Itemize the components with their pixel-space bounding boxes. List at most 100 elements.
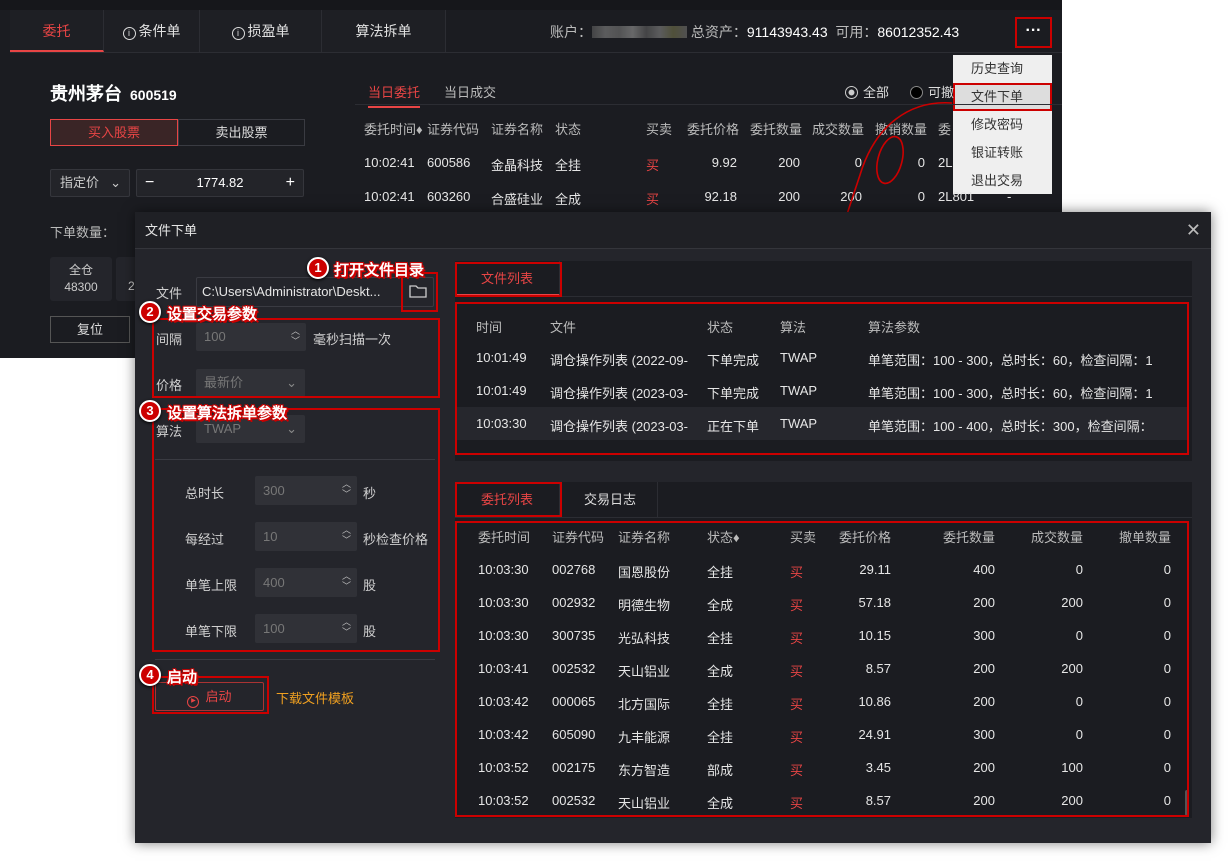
order-row-cell: 100: [1061, 760, 1083, 775]
plus-button[interactable]: +: [286, 170, 295, 196]
more-menu-button[interactable]: ···: [1015, 17, 1052, 48]
account-id-blurred: [592, 26, 687, 38]
order-row-cell: 买: [790, 697, 804, 712]
price-stepper[interactable]: − 1774.82 +: [136, 169, 304, 197]
param-input[interactable]: 400 ︿ ﹀: [255, 568, 357, 597]
column-header: 文件: [550, 320, 577, 335]
column-header: 状态♦: [707, 530, 740, 545]
order-row-cell: 光弘科技: [618, 631, 671, 646]
order-row-cell: 002768: [552, 562, 596, 577]
order-row-cell: 全成: [707, 664, 734, 679]
order-row-cell: 10.15: [858, 628, 891, 643]
order-row-cell: 29.11: [859, 562, 891, 577]
table-cell: 600586: [427, 155, 471, 170]
column-header: 委托数量: [942, 530, 995, 545]
tab-conditional[interactable]: i 条件单: [104, 10, 200, 52]
column-header: 委托时间♦: [364, 122, 423, 137]
order-row-cell: 0: [1163, 694, 1171, 709]
divider: [155, 459, 435, 460]
column-header: 状态: [707, 320, 734, 335]
column-header: 证券名称: [491, 122, 544, 137]
order-row-cell: 300: [973, 628, 995, 643]
file-order-dialog: 文件下单 ✕ 文件 C:\Users\Administrator\Deskt..…: [135, 212, 1211, 843]
top-strip: [0, 0, 1062, 10]
annotation-label: 设置交易参数: [167, 306, 258, 323]
tab-order-list[interactable]: 委托列表: [455, 482, 560, 517]
spinner-icon: ︿ ﹀: [290, 326, 300, 346]
minus-button[interactable]: −: [145, 170, 154, 196]
play-icon: ▶: [187, 696, 200, 708]
table-cell: 9.92: [711, 155, 737, 170]
column-header: 状态: [555, 122, 582, 137]
order-row-cell: 3.45: [865, 760, 891, 775]
order-row-cell: 全成: [707, 598, 734, 613]
sell-stock-button[interactable]: 卖出股票: [178, 119, 305, 146]
annotation-label: 设置算法拆单参数: [167, 405, 288, 422]
param-input[interactable]: 10 ︿ ﹀: [255, 522, 357, 551]
order-row-cell: 10:03:30: [478, 595, 529, 610]
order-row-cell: 24.91: [858, 727, 891, 742]
buy-stock-button[interactable]: 买入股票: [50, 119, 178, 146]
spinner-icon[interactable]: ︿ ﹀: [342, 479, 351, 499]
tab-label: 损盈单: [247, 23, 290, 39]
spinner-icon[interactable]: ︿ ﹀: [342, 617, 351, 637]
order-row-cell: 002532: [552, 793, 596, 808]
column-header: 委托数量: [749, 122, 802, 137]
price-type-select[interactable]: 指定价 ⌄: [50, 169, 130, 197]
order-row-cell: 0: [1163, 727, 1171, 742]
tab-file-list[interactable]: 文件列表: [455, 261, 560, 296]
quick-qty-full[interactable]: 全仓 48300: [50, 257, 112, 301]
order-row-cell: 10:03:42: [478, 727, 529, 742]
file-row-cell: 10:01:49: [476, 383, 527, 398]
param-label: 每经过: [185, 532, 225, 547]
tab-entrust[interactable]: 委托: [10, 10, 104, 52]
file-row-cell: 调仓操作列表 (2023-03-: [550, 386, 688, 401]
table-cell: 买: [646, 192, 660, 207]
folder-icon: [409, 285, 427, 298]
info-icon: i: [122, 27, 136, 40]
order-row-time: 10:02:41: [364, 189, 415, 204]
order-row-cell: 全挂: [707, 631, 734, 646]
order-row-cell: 10.86: [858, 694, 891, 709]
interval-input[interactable]: 100 ︿ ﹀: [196, 323, 306, 351]
order-row-cell: 买: [790, 730, 804, 745]
tab-today-trades[interactable]: 当日成交: [444, 82, 496, 101]
tab-label: 委托: [42, 23, 71, 39]
open-folder-button[interactable]: [401, 277, 434, 307]
annotation-label: 启动: [167, 669, 198, 686]
annotation-badge: 4: [139, 664, 161, 686]
algo-label: 算法: [156, 424, 183, 439]
order-row-cell: 0: [1075, 562, 1083, 577]
download-template-link[interactable]: 下载文件模板: [276, 688, 354, 707]
spinner-icon[interactable]: ︿ ﹀: [342, 571, 351, 591]
file-row-cell: 单笔范围：100 - 300，总时长：60，检查间隔：1: [868, 386, 1153, 401]
table-cell: 买: [646, 158, 660, 173]
tab-trade-log[interactable]: 交易日志: [563, 482, 658, 517]
price-select[interactable]: 最新价 ⌄: [196, 369, 305, 397]
tab-stop-profit-loss[interactable]: i 损盈单: [200, 10, 322, 52]
order-row-cell: 10:03:30: [478, 628, 529, 643]
order-row-cell: 000065: [552, 694, 596, 709]
scrollbar[interactable]: [1185, 790, 1189, 816]
order-row-cell: 买: [790, 796, 804, 811]
tab-algo-split[interactable]: 算法拆单: [322, 10, 446, 52]
price-label: 价格: [156, 378, 183, 393]
close-icon[interactable]: ✕: [1186, 212, 1201, 249]
table-cell: 全挂: [555, 158, 582, 173]
order-row-cell: 九丰能源: [618, 730, 671, 745]
param-input[interactable]: 300 ︿ ﹀: [255, 476, 357, 505]
reset-button[interactable]: 复位: [50, 316, 130, 343]
order-row-cell: 200: [1061, 661, 1083, 676]
order-row-cell: 10:03:41: [478, 661, 529, 676]
column-header: 买卖: [790, 530, 817, 545]
spinner-icon[interactable]: ︿ ﹀: [342, 525, 351, 545]
chevron-down-icon: ⌄: [286, 375, 297, 390]
order-row-cell: 东方智造: [618, 763, 671, 778]
param-input[interactable]: 100 ︿ ﹀: [255, 614, 357, 643]
annotation-label: 打开文件目录: [334, 262, 425, 279]
order-row-cell: 10:03:52: [478, 793, 529, 808]
divider: [10, 52, 1062, 53]
tab-label: 条件单: [138, 23, 181, 39]
total-assets: 91143943.43: [746, 24, 828, 40]
menu-item-history[interactable]: 历史查询: [953, 55, 1052, 83]
